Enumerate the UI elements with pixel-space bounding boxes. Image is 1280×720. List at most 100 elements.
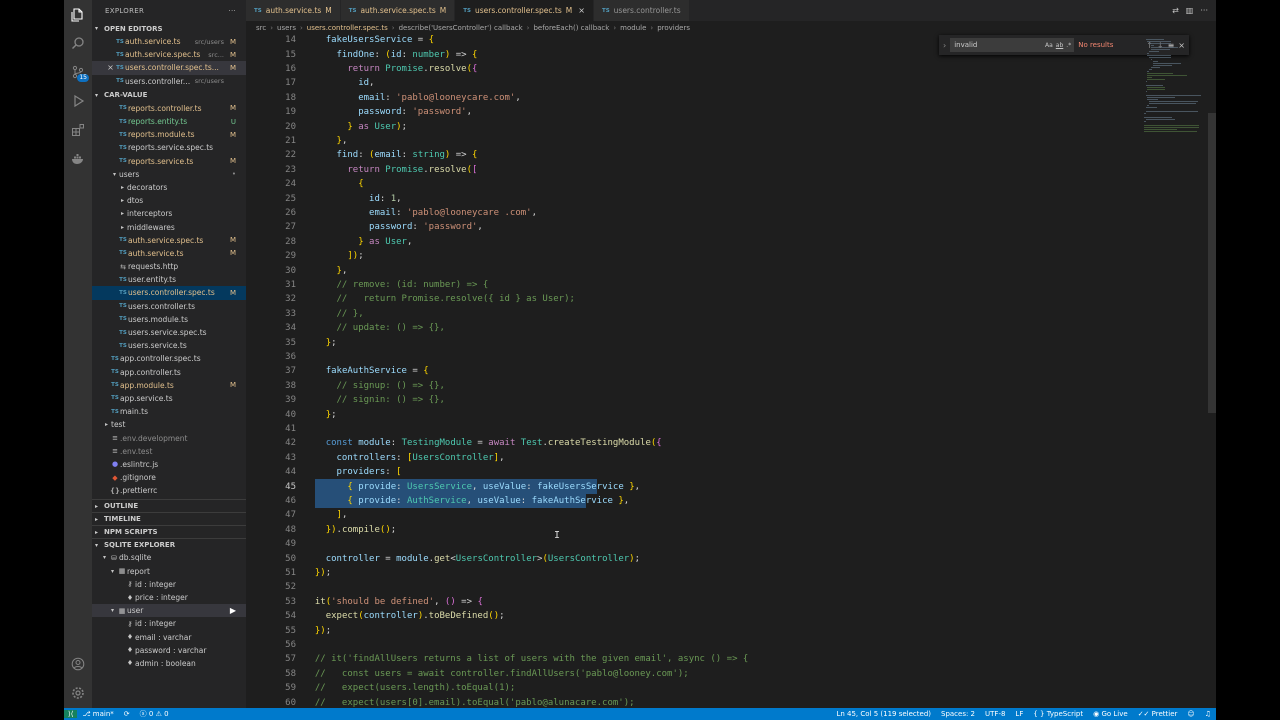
- open-editor-item[interactable]: TS auth.service.ts src/users M: [92, 35, 246, 48]
- code-line[interactable]: 41: [246, 422, 1126, 436]
- breadcrumb-item[interactable]: users.controller.spec.ts: [307, 24, 388, 32]
- more-actions-icon[interactable]: ···: [1200, 6, 1208, 15]
- breadcrumb-item[interactable]: module: [620, 24, 646, 32]
- code-line[interactable]: 19 password: 'password',: [246, 105, 1126, 119]
- code-line[interactable]: 27 password: 'password',: [246, 220, 1126, 234]
- problems-indicator[interactable]: ⓧ 0 ⚠ 0: [135, 709, 174, 719]
- split-editor-icon[interactable]: ▥: [1186, 6, 1194, 15]
- folder-item[interactable]: ▸ interceptors: [92, 207, 246, 220]
- code-line[interactable]: 26 email: 'pablo@looneycare .com',: [246, 206, 1126, 220]
- timeline-header[interactable]: ▸ TIMELINE: [92, 512, 246, 525]
- breadcrumb-item[interactable]: providers: [657, 24, 690, 32]
- compare-icon[interactable]: ⇄: [1172, 6, 1179, 15]
- scrollbar-thumb[interactable]: [1208, 113, 1216, 413]
- folder-item[interactable]: ▸ test: [92, 418, 246, 431]
- file-item[interactable]: ≡ .env.test: [92, 445, 246, 458]
- code-line[interactable]: 51 });: [246, 566, 1126, 580]
- file-item[interactable]: TS user.entity.ts: [92, 273, 246, 286]
- sqlite-column-item[interactable]: ♦ price : integer: [92, 591, 246, 604]
- file-item[interactable]: TS users.service.spec.ts: [92, 326, 246, 339]
- file-item[interactable]: TS auth.service.ts M: [92, 247, 246, 260]
- sqlite-db-item[interactable]: ▾ ⛁ db.sqlite: [92, 551, 246, 564]
- docker-icon[interactable]: [68, 149, 88, 169]
- code-line[interactable]: 46 { provide: AuthService, useValue: fak…: [246, 494, 1126, 508]
- code-line[interactable]: 38 // signup: () => {},: [246, 379, 1126, 393]
- file-item[interactable]: ● .eslintrc.js: [92, 458, 246, 471]
- code-line[interactable]: 50 controller = module.get<UsersControll…: [246, 551, 1126, 565]
- code-line[interactable]: 29 ]);: [246, 249, 1126, 263]
- code-line[interactable]: 32 // return Promise.resolve({ id } as U…: [246, 292, 1126, 306]
- code-line[interactable]: 39 // signin: () => {},: [246, 393, 1126, 407]
- open-editor-item[interactable]: TS users.controller.ts src/users: [92, 75, 246, 88]
- feedback-icon[interactable]: ☺: [1182, 710, 1199, 718]
- code-line[interactable]: 35 };: [246, 335, 1126, 349]
- sqlite-column-item[interactable]: ♦ email : varchar: [92, 631, 246, 644]
- file-item[interactable]: TS app.service.ts: [92, 392, 246, 405]
- account-icon[interactable]: [68, 654, 88, 674]
- match-word-toggle[interactable]: ab: [1056, 42, 1064, 49]
- file-item[interactable]: ◆ .gitignore: [92, 471, 246, 484]
- code-line[interactable]: 56: [246, 638, 1126, 652]
- sqlite-column-item[interactable]: ♦ admin : boolean: [92, 657, 246, 670]
- code-line[interactable]: 24 {: [246, 177, 1126, 191]
- sync-icon[interactable]: ⟳: [119, 710, 135, 718]
- file-item[interactable]: TS reports.module.ts M: [92, 128, 246, 141]
- tab-auth-service[interactable]: TS auth.service.ts M: [246, 0, 341, 21]
- open-editor-item-active[interactable]: × TS users.controller.spec.ts... M: [92, 61, 246, 75]
- code-line[interactable]: 30 },: [246, 263, 1126, 277]
- encoding[interactable]: UTF-8: [980, 710, 1010, 718]
- code-line[interactable]: 23 return Promise.resolve([: [246, 163, 1126, 177]
- branch-indicator[interactable]: ⎇ main*: [77, 710, 118, 718]
- code-line[interactable]: 59 // expect(users.length).toEqual(1);: [246, 681, 1126, 695]
- extensions-icon[interactable]: [68, 120, 88, 140]
- code-line[interactable]: 54 expect(controller).toBeDefined();: [246, 609, 1126, 623]
- outline-header[interactable]: ▸ OUTLINE: [92, 499, 246, 512]
- code-line[interactable]: 28 } as User,: [246, 235, 1126, 249]
- notifications-icon[interactable]: ♫: [1200, 710, 1216, 718]
- file-item[interactable]: TS main.ts: [92, 405, 246, 418]
- code-line[interactable]: 18 email: 'pablo@looneycare.com',: [246, 91, 1126, 105]
- code-line[interactable]: 37 fakeAuthService = {: [246, 364, 1126, 378]
- code-line[interactable]: 42 const module: TestingModule = await T…: [246, 436, 1126, 450]
- sqlite-table-item[interactable]: ▾ ▦ report: [92, 565, 246, 578]
- breadcrumb-item[interactable]: src: [256, 24, 266, 32]
- code-line[interactable]: 33 // },: [246, 307, 1126, 321]
- tab-auth-service-spec[interactable]: TS auth.service.spec.ts M: [340, 0, 456, 21]
- code-line[interactable]: 34 // update: () => {},: [246, 321, 1126, 335]
- file-item[interactable]: ⇆ requests.http: [92, 260, 246, 273]
- file-item[interactable]: TS app.controller.spec.ts: [92, 352, 246, 365]
- close-icon[interactable]: ×: [578, 6, 585, 15]
- code-line[interactable]: 47 ],: [246, 508, 1126, 522]
- settings-gear-icon[interactable]: [68, 683, 88, 703]
- breadcrumb-item[interactable]: beforeEach() callback: [533, 24, 609, 32]
- file-item[interactable]: TS reports.service.ts M: [92, 155, 246, 168]
- folder-item[interactable]: ▾ users •: [92, 168, 246, 181]
- code-line[interactable]: 43 controllers: [UsersController],: [246, 451, 1126, 465]
- remote-icon[interactable]: ⟩⟨: [64, 710, 78, 718]
- code-line[interactable]: 44 providers: [: [246, 465, 1126, 479]
- more-actions-icon[interactable]: ···: [228, 7, 236, 15]
- file-item[interactable]: {} .prettierrc: [92, 484, 246, 497]
- code-line[interactable]: 45 { provide: UsersService, useValue: fa…: [246, 479, 1126, 493]
- folder-item[interactable]: ▸ middlewares: [92, 220, 246, 233]
- code-line[interactable]: 36: [246, 350, 1126, 364]
- sqlite-column-item[interactable]: ⚷ id : integer: [92, 617, 246, 630]
- code-line[interactable]: 40 };: [246, 407, 1126, 421]
- file-item[interactable]: TS reports.service.spec.ts: [92, 141, 246, 154]
- code-line[interactable]: 57 // it('findAllUsers returns a list of…: [246, 652, 1126, 666]
- code-editor[interactable]: 14 fakeUsersService = {15 findOne: (id: …: [246, 33, 1126, 708]
- folder-item[interactable]: ▸ decorators: [92, 181, 246, 194]
- sqlite-column-item[interactable]: ⚷ id : integer: [92, 578, 246, 591]
- vertical-scrollbar[interactable]: [1208, 33, 1216, 708]
- indentation[interactable]: Spaces: 2: [936, 710, 980, 718]
- run-query-icon[interactable]: ▶: [230, 606, 236, 615]
- breadcrumb-item[interactable]: describe('UsersController') callback: [399, 24, 523, 32]
- code-line[interactable]: 49: [246, 537, 1126, 551]
- tab-users-controller-spec[interactable]: TS users.controller.spec.ts M ×: [455, 0, 594, 21]
- close-icon[interactable]: ×: [106, 63, 115, 72]
- file-item[interactable]: TS reports.entity.ts U: [92, 115, 246, 128]
- regex-toggle[interactable]: .*: [1066, 42, 1071, 49]
- match-case-toggle[interactable]: Aa: [1045, 42, 1053, 49]
- prettier-button[interactable]: ✓✓ Prettier: [1133, 710, 1183, 718]
- code-line[interactable]: 48 }).compile();: [246, 523, 1126, 537]
